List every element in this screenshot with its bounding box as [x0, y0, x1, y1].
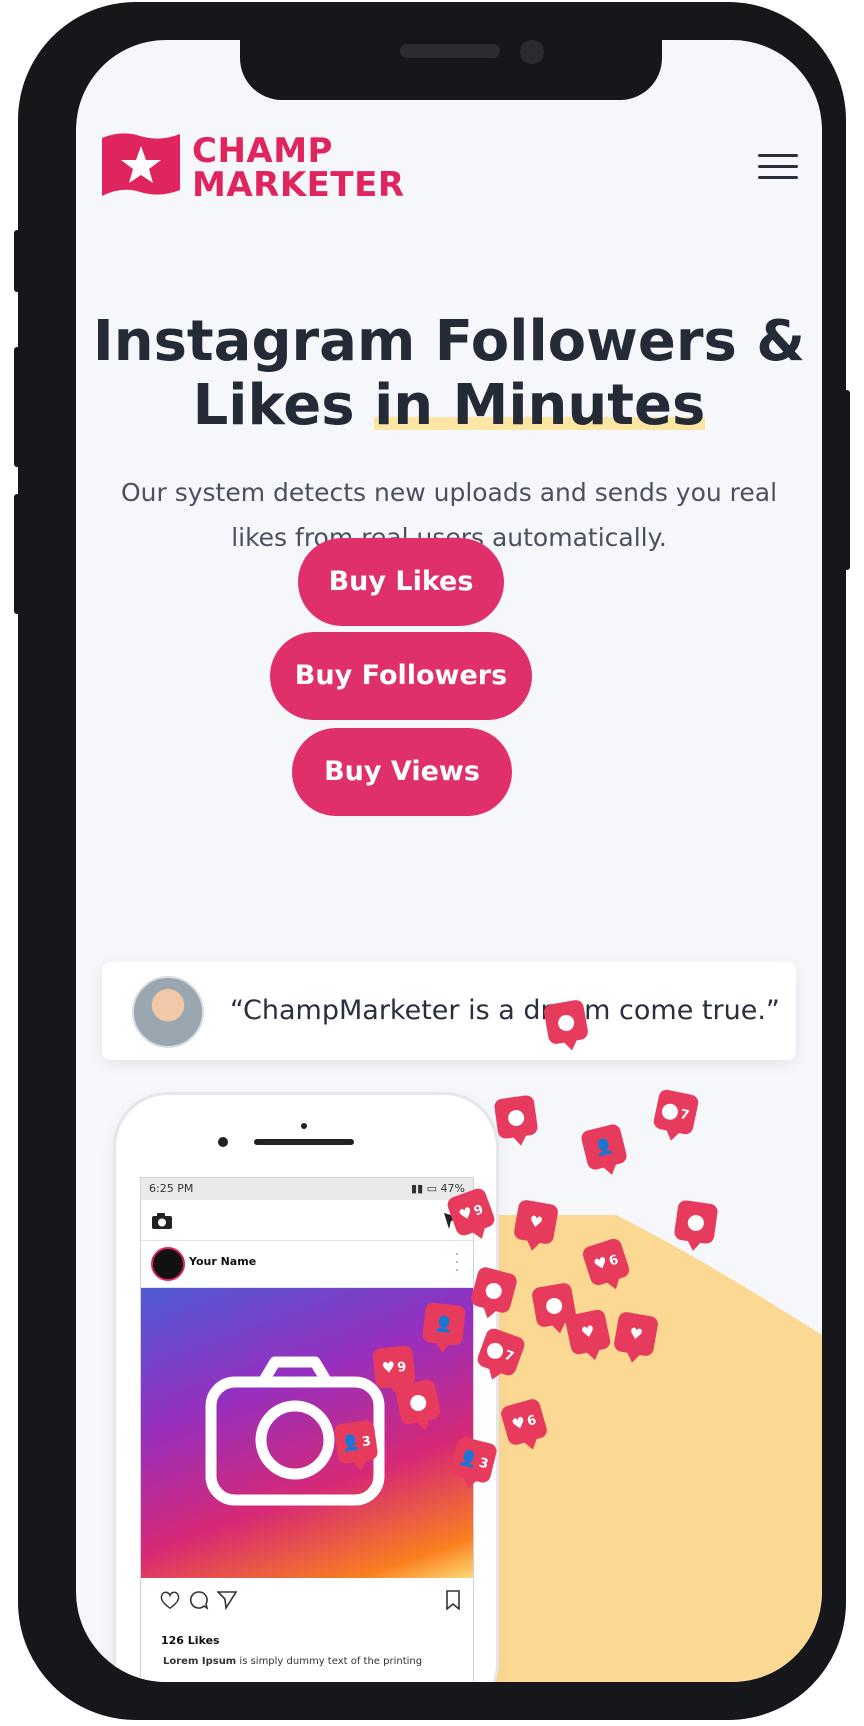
notification-count: 7 [502, 1347, 516, 1366]
more-icon: · · · [454, 1247, 459, 1279]
volume-down-button [14, 494, 20, 614]
caption-text: is simply dummy text of the printing [236, 1656, 423, 1667]
flag-star-icon [102, 133, 180, 196]
buy-likes-button[interactable]: Buy Likes [298, 538, 504, 626]
comment-notification-icon [394, 1378, 442, 1426]
follower-notification-icon: 👤3 [333, 1419, 379, 1465]
comment-notification-icon [542, 998, 590, 1046]
avatar [151, 1247, 185, 1281]
testimonial-card: “ChampMarketer is a dream come true.” [102, 962, 796, 1060]
headline-highlight: in Minutes [374, 373, 706, 438]
camera-icon [152, 1213, 172, 1229]
status-time: 6:25 PM [149, 1182, 194, 1195]
heart-notification-icon: ♥ [564, 1308, 612, 1356]
headline-text: Likes [192, 373, 375, 438]
power-button [844, 390, 850, 570]
phone-frame: CHAMP MARKETER Instagram Followers & Lik… [14, 2, 850, 1720]
phone-screen: CHAMP MARKETER Instagram Followers & Lik… [76, 40, 822, 1682]
buy-followers-button[interactable]: Buy Followers [270, 632, 532, 720]
hamburger-icon[interactable] [758, 154, 798, 184]
follower-notification-icon: 👤 [579, 1122, 629, 1172]
post-actions [141, 1578, 473, 1620]
heart-notification-icon: ♥ [612, 1310, 660, 1358]
status-bar: 6:25 PM ▮▮ ▭ 47% [141, 1178, 473, 1200]
brand-line-2: MARKETER [192, 165, 405, 205]
volume-up-button [14, 347, 20, 467]
headline-line-2: Likes in Minutes [76, 373, 822, 438]
headline-line-1: Instagram Followers & [92, 309, 806, 374]
comment-icon [189, 1591, 209, 1610]
avatar [132, 976, 204, 1048]
notification-count: 6 [525, 1412, 539, 1430]
comment-notification-icon [673, 1199, 719, 1245]
like-count: 126 Likes [161, 1634, 220, 1647]
ig-toolbar [141, 1200, 473, 1241]
follower-notification-icon: 👤 [422, 1302, 466, 1346]
buy-views-button[interactable]: Buy Views [292, 728, 512, 816]
notification-count: 9 [396, 1359, 408, 1376]
notification-count: 3 [477, 1455, 490, 1473]
phone-notch [240, 36, 662, 100]
notification-count: 7 [678, 1107, 691, 1124]
post-caption: Lorem Ipsum is simply dummy text of the … [163, 1656, 422, 1667]
notification-count: 3 [360, 1433, 372, 1451]
comment-notification-icon: 7 [652, 1088, 700, 1136]
logo[interactable]: CHAMP MARKETER [100, 130, 404, 210]
comment-notification-icon [493, 1094, 539, 1140]
mute-switch [14, 230, 20, 292]
post-username: Your Name [189, 1255, 257, 1268]
phone-mockup: 6:25 PM ▮▮ ▭ 47% Your Name · · · 126 Lik… [116, 1095, 496, 1682]
caption-user: Lorem Ipsum [163, 1656, 237, 1667]
notification-count: 9 [471, 1202, 486, 1220]
bookmark-icon [446, 1590, 460, 1610]
heart-icon [160, 1591, 180, 1610]
brand-name: CHAMP MARKETER [192, 134, 405, 202]
page-title: Instagram Followers & Likes in Minutes [76, 310, 822, 438]
notification-count: 6 [607, 1252, 621, 1270]
testimonial-quote: “ChampMarketer is a dream come true.” [230, 995, 780, 1026]
share-icon [217, 1591, 237, 1610]
heart-notification-icon: ♥ [512, 1198, 560, 1246]
post-header: Your Name · · · [141, 1241, 473, 1288]
brand-line-1: CHAMP [192, 131, 333, 171]
